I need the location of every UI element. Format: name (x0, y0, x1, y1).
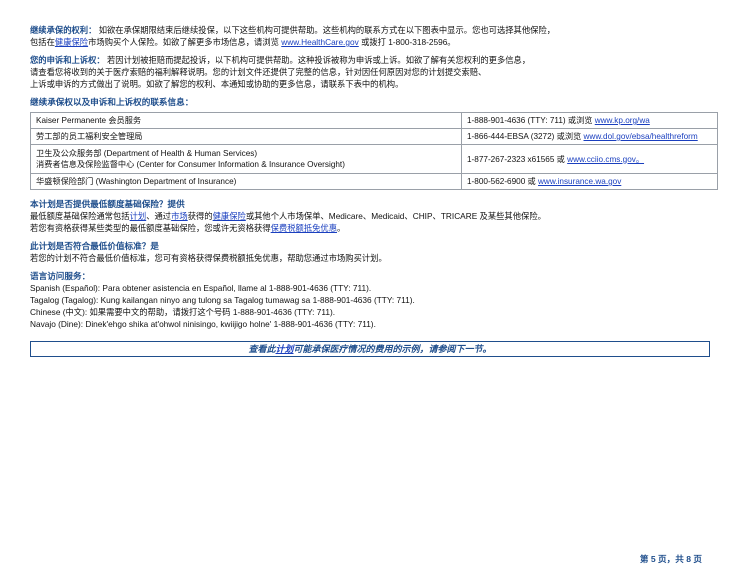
table-row: Kaiser Permanente 会员服务 1-888-901-4636 (T… (30, 112, 718, 129)
cciio-link[interactable]: www.cciio.cms.gov。 (567, 155, 644, 164)
plan-link[interactable]: 计划 (275, 344, 293, 354)
contacts-title: 继续承保权以及申诉和上诉权的联系信息： (30, 97, 194, 107)
org-cell: Kaiser Permanente 会员服务 (30, 112, 462, 129)
mvs-text: 若您的计划不符合最低价值标准，您可有资格获得保费税额抵免优惠，帮助您通过市场购买… (30, 253, 387, 263)
continuation-text: 市场购买个人保险。如欲了解更多市场信息，请浏览 (88, 37, 279, 47)
mec-text: 最低额度基础保险通常包括 (30, 211, 130, 221)
kp-link[interactable]: www.kp.org/wa (595, 116, 650, 125)
mec-text: 若您有资格获得某些类型的最低额度基础保险，您或许无资格获得 (30, 223, 271, 233)
mec-text: 、通过 (146, 211, 172, 221)
continuation-text: 或拨打 1-800-318-2596。 (361, 37, 456, 47)
page-number: 第 5 页，共 8 页 (639, 554, 702, 564)
cost-example-callout: 查看此计划可能承保医疗情况的费用的示例，请参阅下一节。 (30, 341, 710, 357)
language-line: Spanish (Español): Para obtener asistenc… (30, 283, 372, 293)
grievance-paragraph: 您的申诉和上诉权： 若因计划被拒赔而提起投诉，以下机构可提供帮助。这种投诉被称为… (30, 54, 718, 90)
mec-text: 获得的 (187, 211, 213, 221)
table-row: 华盛顿保险部门 (Washington Department of Insura… (30, 173, 718, 190)
language-title: 语言访问服务： (30, 271, 91, 281)
contact-cell: 1-866-444-EBSA (3272) 或浏览 www.dol.gov/eb… (461, 128, 718, 145)
mec-text: 或其他个人市场保单、Medicare、Medicaid、CHIP、TRICARE… (245, 211, 546, 221)
continuation-text: 如欲在承保期限结束后继续投保，以下这些机构可提供帮助。这些机构的联系方式在以下图… (98, 25, 556, 35)
contacts-table: Kaiser Permanente 会员服务 1-888-901-4636 (T… (30, 112, 718, 190)
continuation-paragraph: 继续承保的权利： 如欲在承保期限结束后继续投保，以下这些机构可提供帮助。这些机构… (30, 24, 718, 48)
mec-title: 本计划是否提供最低额度基础保险？提供 (30, 199, 185, 209)
language-list: Spanish (Español): Para obtener asistenc… (30, 282, 718, 330)
contact-cell: 1-800-562-6900 或 www.insurance.wa.gov (461, 173, 718, 190)
insurance-wa-link[interactable]: www.insurance.wa.gov (538, 177, 621, 186)
language-line: Tagalog (Tagalog): Kung kailangan ninyo … (30, 295, 415, 305)
contact-text: 1-877-267-2323 x61565 或 (467, 154, 568, 164)
dol-link[interactable]: www.dol.gov/ebsa/healthreform (584, 132, 698, 141)
health-insurance-link[interactable]: 健康保险 (213, 211, 246, 221)
plan-link[interactable]: 计划 (130, 211, 147, 221)
contact-text: 1-888-901-4636 (TTY: 711) 或浏览 (467, 116, 595, 125)
document-page: 继续承保的权利： 如欲在承保期限结束后继续投保，以下这些机构可提供帮助。这些机构… (30, 24, 718, 330)
org-text: 卫生及公众服务部 (Department of Health & Human S… (36, 149, 258, 158)
language-line: Navajo (Dine): Dinek'ehgo shika at'ohwol… (30, 319, 376, 329)
grievance-heading: 您的申诉和上诉权： (30, 55, 105, 65)
contact-cell: 1-888-901-4636 (TTY: 711) 或浏览 www.kp.org… (461, 112, 718, 129)
contact-cell: 1-877-267-2323 x61565 或 www.cciio.cms.go… (461, 144, 718, 174)
continuation-heading: 继续承保的权利： (30, 25, 97, 35)
callout-text: 可能承保医疗情况的费用的示例，请参阅下一节。 (293, 344, 492, 354)
grievance-text: 请查看您将收到的关于医疗索赔的福利解释说明。您的计划文件还提供了完整的信息，针对… (30, 67, 487, 77)
grievance-text: 若因计划被拒赔而提起投诉，以下机构可提供帮助。这种投诉被称为申诉或上诉。如欲了解… (107, 55, 531, 65)
market-link[interactable]: 市场 (171, 211, 188, 221)
org-cell: 华盛顿保险部门 (Washington Department of Insura… (30, 173, 462, 190)
continuation-text: 包括在 (30, 37, 55, 47)
language-line: Chinese (中文): 如果需要中文的帮助，请拨打这个号码 1-888-90… (30, 307, 336, 317)
table-row: 劳工部的员工福利安全管理局 1-866-444-EBSA (3272) 或浏览 … (30, 128, 718, 145)
mec-paragraph: 最低额度基础保险通常包括计划、通过市场获得的健康保险或其他个人市场保单、Medi… (30, 210, 718, 234)
org-cell: 卫生及公众服务部 (Department of Health & Human S… (30, 144, 462, 174)
grievance-text: 上诉或申诉的方式做出了说明。如欲了解您的权利、本通知或协助的更多信息，请联系下表… (30, 79, 404, 89)
contact-text: 1-866-444-EBSA (3272) 或浏览 (467, 132, 584, 141)
healthcare-gov-link[interactable]: www.HealthCare.gov (281, 37, 358, 47)
org-text: 消费者信息及保险监督中心 (Center for Consumer Inform… (36, 160, 345, 169)
mec-text: 。 (337, 223, 346, 233)
mvs-title: 此计划是否符合最低价值标准？是 (30, 241, 159, 251)
contact-text: 1-800-562-6900 或 (467, 177, 539, 186)
org-cell: 劳工部的员工福利安全管理局 (30, 128, 462, 145)
callout-text: 查看此 (248, 344, 276, 354)
table-row: 卫生及公众服务部 (Department of Health & Human S… (30, 144, 718, 174)
tax-credit-link[interactable]: 保费税额抵免优惠 (271, 223, 337, 233)
health-insurance-link[interactable]: 健康保险 (55, 37, 88, 47)
